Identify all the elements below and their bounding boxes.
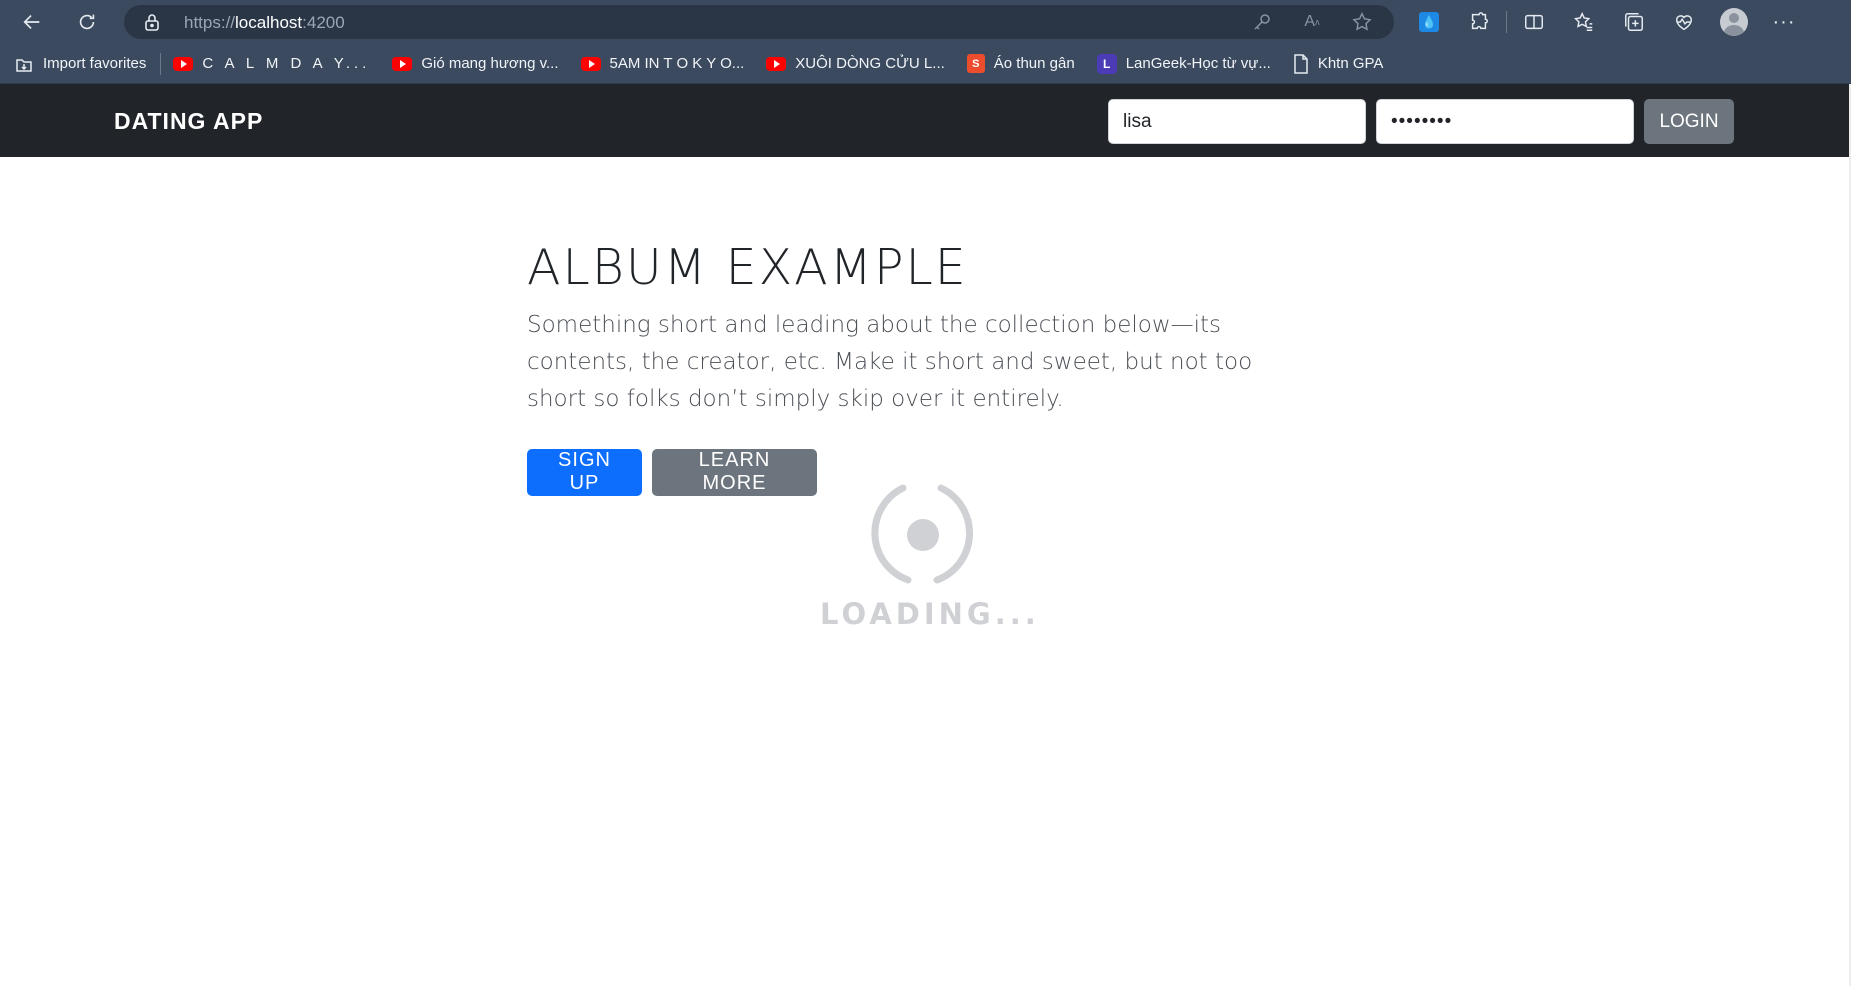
youtube-icon — [766, 56, 787, 71]
collections-icon[interactable] — [1609, 0, 1659, 44]
page-icon — [1294, 53, 1308, 74]
learn-more-button[interactable]: LEARN MORE — [652, 448, 817, 496]
favorites-icon[interactable] — [1559, 0, 1609, 44]
back-icon[interactable] — [12, 2, 52, 42]
lock-icon[interactable] — [144, 13, 160, 36]
bookmark-gio-mang-huong[interactable]: Gió mang hương v... — [392, 55, 559, 72]
page-viewport: DATING APP LOGIN ALBUM EXAMPLE Something… — [0, 84, 1851, 986]
hero-lead-text: Something short and leading about the co… — [527, 311, 1253, 412]
bookmark-calm-day[interactable]: C A L M D A Y... — [173, 55, 370, 72]
browser-toolbar: https://localhost:4200 Aʌ 💧 ··· — [0, 0, 1851, 44]
spinner-icon — [871, 484, 973, 584]
loading-text: LOADING... — [820, 597, 1040, 631]
read-aloud-icon[interactable]: Aʌ — [1300, 10, 1324, 34]
refresh-icon[interactable] — [67, 2, 107, 42]
login-button[interactable]: LOGIN — [1644, 99, 1734, 144]
bookmark-langeek[interactable]: L LanGeek-Học từ vự... — [1096, 53, 1271, 74]
extensions-puzzle-icon[interactable] — [1454, 0, 1504, 44]
bookmark-import-favorites[interactable]: Import favorites — [14, 54, 146, 74]
langeek-icon: L — [1096, 53, 1117, 74]
key-icon[interactable] — [1250, 10, 1274, 34]
bookmark-ao-thun[interactable]: S Áo thun gân — [966, 54, 1075, 73]
username-input[interactable] — [1108, 99, 1366, 144]
browser-essentials-icon[interactable] — [1659, 0, 1709, 44]
profile-avatar[interactable] — [1709, 0, 1759, 44]
sign-up-button[interactable]: SIGN UP — [527, 448, 642, 496]
app-navbar: DATING APP LOGIN — [0, 84, 1851, 157]
bookmark-khtn-gpa[interactable]: Khtn GPA — [1293, 53, 1383, 74]
youtube-icon — [173, 56, 194, 71]
more-menu-icon[interactable]: ··· — [1759, 0, 1809, 44]
bookmark-5am-tokyo[interactable]: 5AM IN T O K Y O... — [580, 55, 744, 72]
hero-section: ALBUM EXAMPLE Something short and leadin… — [527, 241, 1307, 496]
extension-drop-icon[interactable]: 💧 — [1404, 0, 1454, 44]
youtube-icon — [580, 56, 601, 71]
password-input[interactable] — [1376, 99, 1634, 144]
bookmark-xuoi-dong[interactable]: XUÔI DÒNG CỬU L... — [766, 55, 945, 72]
brand-title[interactable]: DATING APP — [114, 108, 263, 135]
shopee-icon: S — [966, 54, 985, 73]
split-screen-icon[interactable] — [1509, 0, 1559, 44]
import-icon — [16, 58, 32, 72]
loading-spinner: LOADING... — [820, 480, 1040, 631]
favorite-star-icon[interactable] — [1350, 10, 1374, 34]
youtube-icon — [392, 56, 413, 71]
address-bar[interactable]: https://localhost:4200 Aʌ — [124, 5, 1394, 39]
url-text[interactable]: https://localhost:4200 — [184, 13, 345, 33]
bookmarks-bar: Import favorites C A L M D A Y... Gió ma… — [0, 44, 1851, 84]
page-title: ALBUM EXAMPLE — [527, 239, 968, 296]
